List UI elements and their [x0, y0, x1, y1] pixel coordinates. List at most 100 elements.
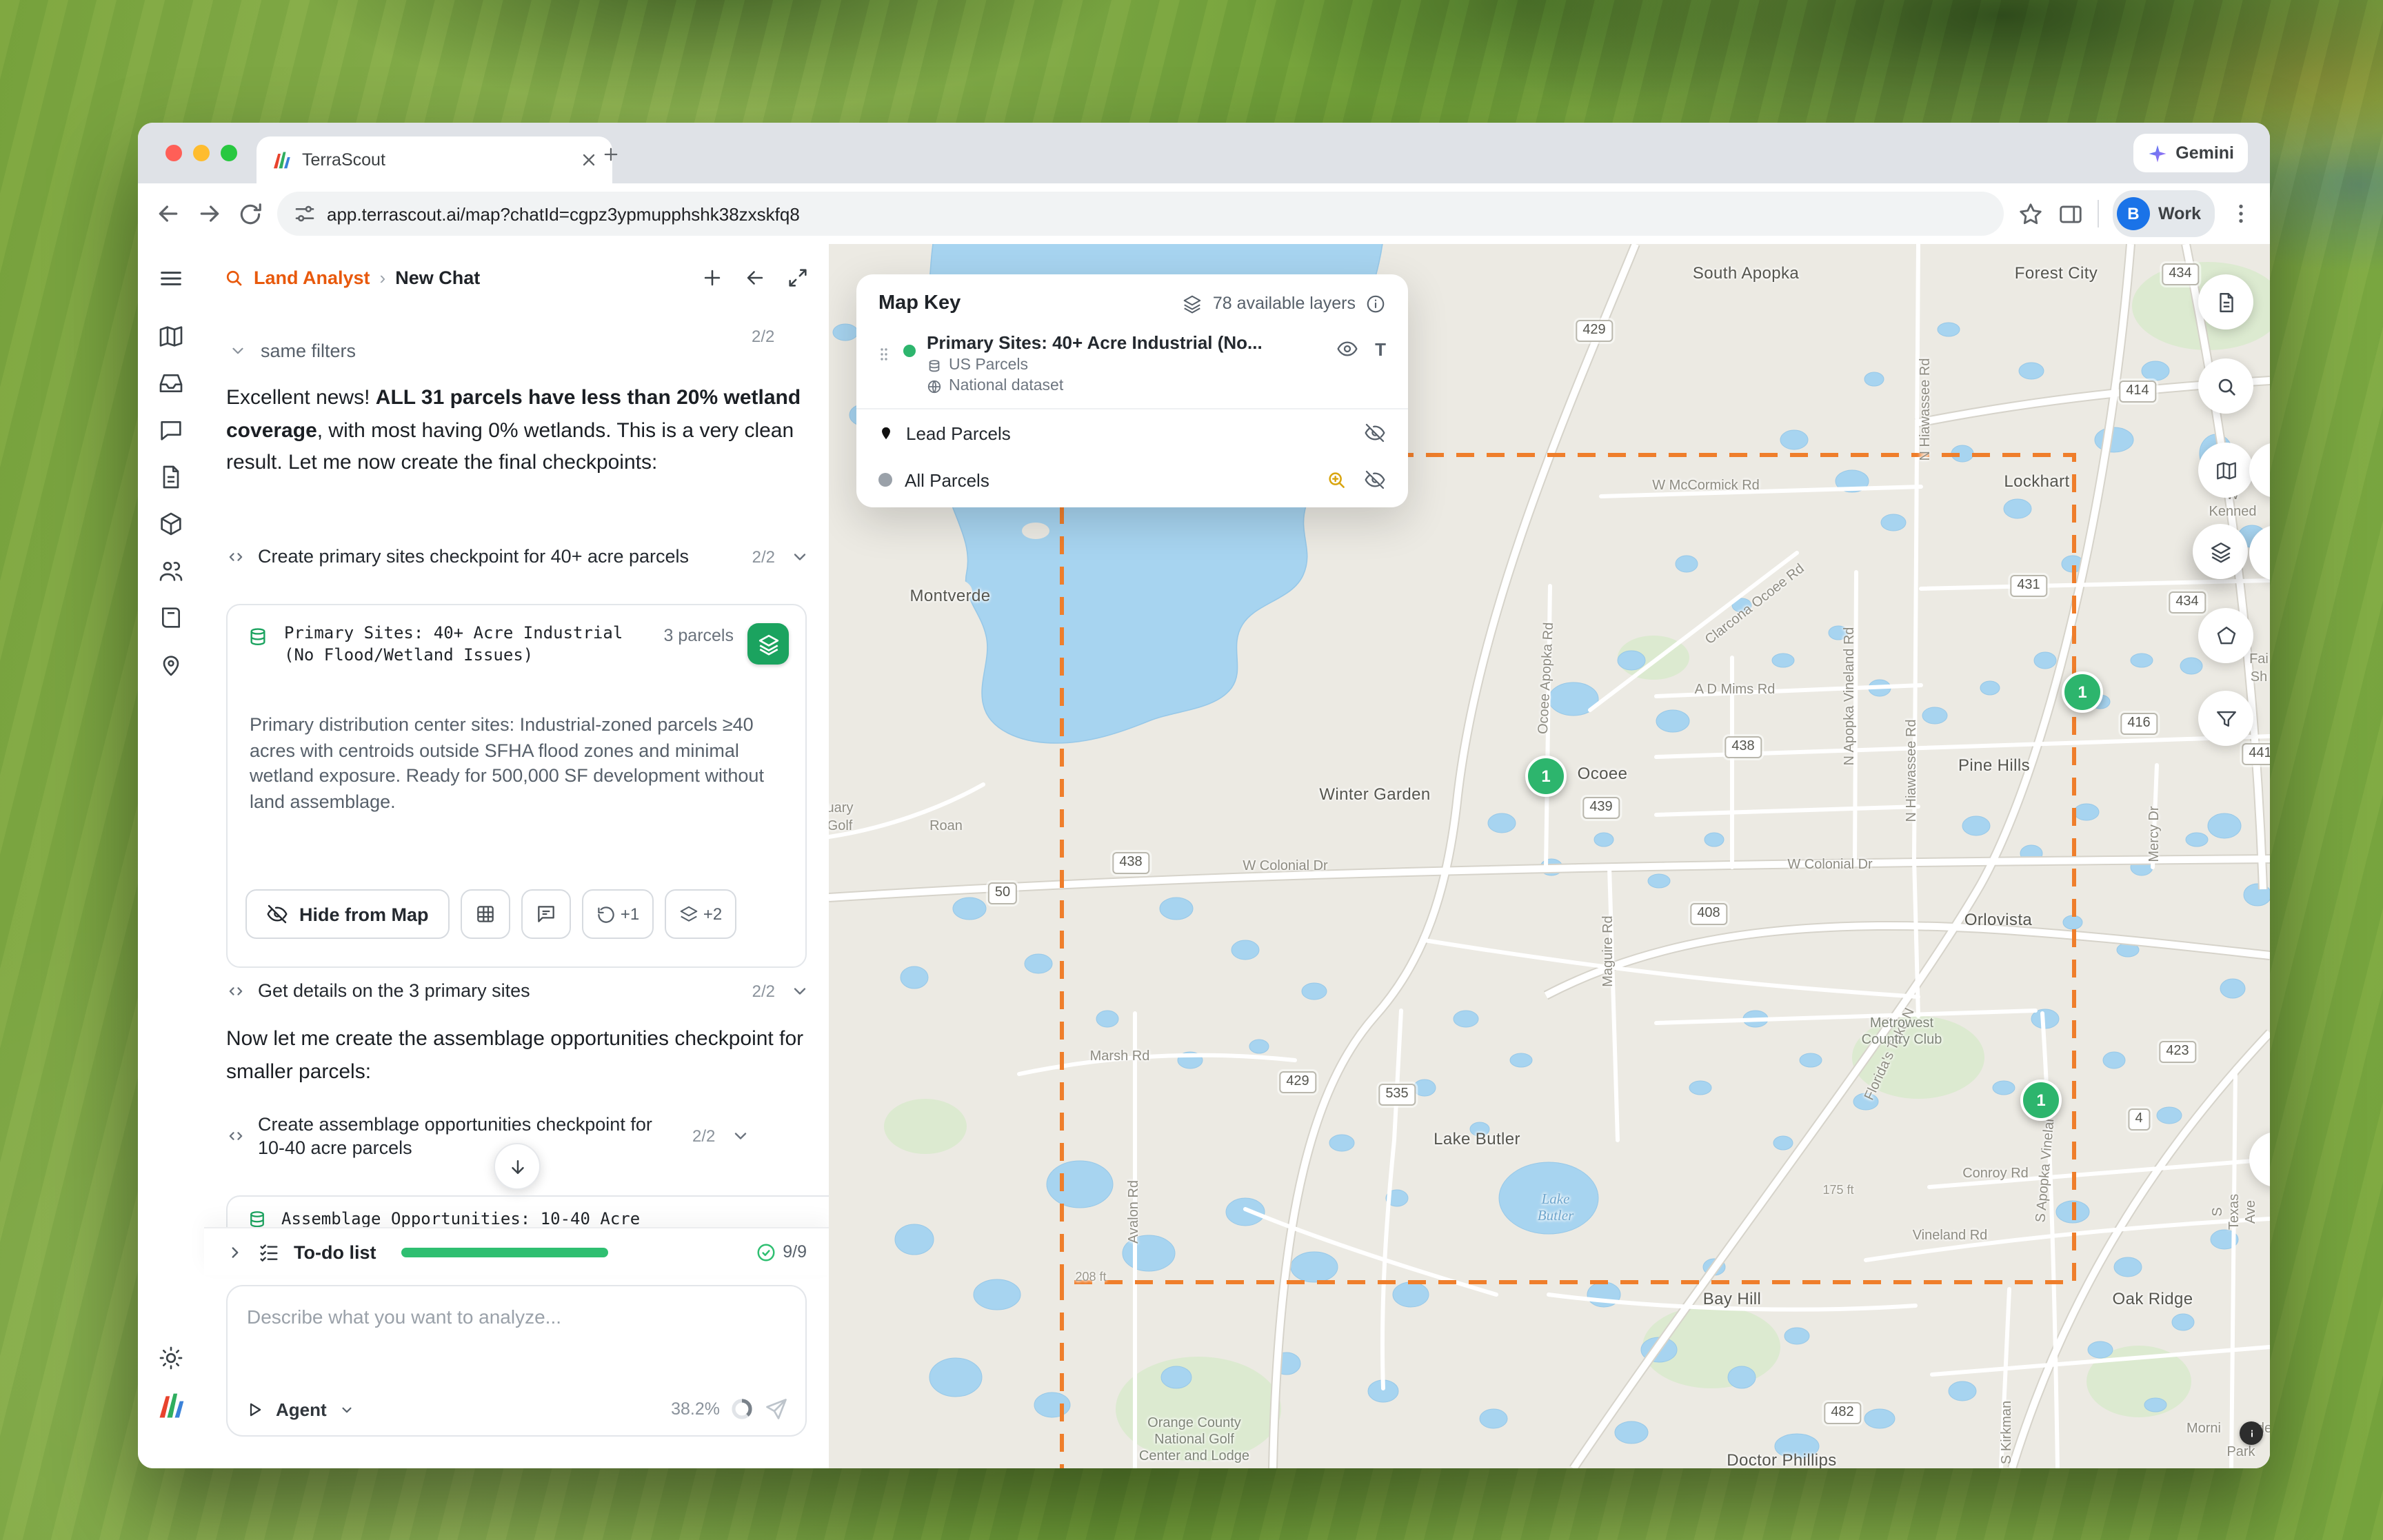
- label-toggle-button[interactable]: T: [1375, 338, 1386, 359]
- map-nav-icon[interactable]: [157, 323, 185, 350]
- eye-off-icon[interactable]: [1364, 422, 1386, 444]
- layer-row-all-parcels[interactable]: All Parcels: [856, 456, 1408, 507]
- close-window-button[interactable]: [165, 145, 182, 161]
- clipped-step-label: same filters: [261, 341, 356, 361]
- terrascout-logo[interactable]: [156, 1391, 186, 1421]
- layers-button[interactable]: +2: [665, 889, 736, 939]
- browser-tab[interactable]: TerraScout: [257, 136, 612, 183]
- profile-chip[interactable]: B Work: [2113, 190, 2215, 237]
- document-icon[interactable]: [157, 463, 185, 491]
- drag-handle-icon[interactable]: [876, 343, 892, 365]
- map-canvas[interactable]: South ApopkaForest CityLockhartMontverde…: [829, 244, 2270, 1468]
- map-key-title: Map Key: [878, 292, 961, 314]
- close-tab-icon[interactable]: [579, 150, 599, 170]
- scroll-to-bottom-button[interactable]: [494, 1143, 541, 1190]
- gemini-sparkle-icon: [2146, 143, 2167, 163]
- filter-tool-button[interactable]: [2198, 691, 2253, 746]
- info-icon[interactable]: [1365, 293, 1386, 314]
- inbox-icon[interactable]: [157, 369, 185, 397]
- chevron-down-icon: [730, 1126, 750, 1146]
- browser-toolbar: app.terrascout.ai/map?chatId=cgpz3ypmupp…: [138, 183, 2270, 245]
- code-icon: [226, 981, 245, 1000]
- arrow-down-icon: [507, 1156, 527, 1177]
- check-circle-icon: [755, 1242, 776, 1262]
- browser-menu-icon[interactable]: [2229, 201, 2253, 226]
- layer-status-dot: [903, 345, 916, 357]
- menu-icon[interactable]: [157, 265, 185, 292]
- layer-label: Lead Parcels: [906, 423, 1011, 443]
- expand-panel-button[interactable]: [786, 265, 810, 289]
- parcel-cluster-marker[interactable]: 1: [2062, 671, 2103, 713]
- todo-count: 9/9: [783, 1242, 807, 1262]
- history-count: +1: [621, 904, 639, 924]
- gemini-chip[interactable]: Gemini: [2133, 134, 2248, 172]
- new-tab-button[interactable]: [601, 145, 621, 164]
- composer[interactable]: Describe what you want to analyze... Age…: [226, 1285, 807, 1437]
- basemap-button[interactable]: [2198, 443, 2253, 498]
- comment-button[interactable]: [521, 889, 571, 939]
- history-button[interactable]: +1: [582, 889, 654, 939]
- collapse-panel-button[interactable]: [743, 265, 767, 289]
- hide-from-map-button[interactable]: Hide from Map: [245, 889, 450, 939]
- parcel-cluster-marker[interactable]: 1: [1525, 756, 1567, 797]
- screen: TerraScout Gemini app.terrascout.ai/map?…: [0, 0, 2383, 1540]
- url-text: app.terrascout.ai/map?chatId=cgpz3ypmupp…: [327, 203, 800, 224]
- address-bar[interactable]: app.terrascout.ai/map?chatId=cgpz3ypmupp…: [277, 192, 2004, 236]
- back-icon[interactable]: [154, 200, 182, 227]
- todo-bar[interactable]: To-do list 9/9: [204, 1227, 829, 1275]
- map-attribution-button[interactable]: [2240, 1421, 2263, 1445]
- layers-count: +2: [703, 904, 722, 924]
- assistant-message: Now let me create the assemblage opportu…: [226, 1023, 811, 1088]
- map-pin-nav-icon[interactable]: [157, 651, 185, 678]
- package-icon[interactable]: [157, 510, 185, 538]
- reload-icon[interactable]: [237, 201, 263, 227]
- checkpoint-label: Create primary sites checkpoint for 40+ …: [258, 545, 740, 568]
- usage-ring: [731, 1398, 753, 1420]
- layer-dataset: National dataset: [949, 378, 1063, 394]
- toolbar-divider: [2098, 200, 2099, 227]
- report-tool-button[interactable]: [2198, 274, 2253, 330]
- forward-icon[interactable]: [196, 200, 223, 227]
- chat-panel: Land Analyst › New Chat same filters 2/2…: [204, 244, 830, 1468]
- send-icon[interactable]: [764, 1397, 789, 1421]
- chevron-down-icon: [790, 547, 810, 566]
- checkpoint-row-primary-sites[interactable]: Create primary sites checkpoint for 40+ …: [226, 545, 810, 568]
- terrascout-app: Land Analyst › New Chat same filters 2/2…: [138, 244, 2270, 1468]
- map-search-button[interactable]: [2198, 358, 2253, 414]
- todo-label: To-do list: [294, 1242, 376, 1262]
- bookmark-star-icon[interactable]: [2018, 201, 2044, 227]
- theme-sun-icon[interactable]: [157, 1344, 185, 1372]
- notebook-icon[interactable]: [157, 604, 185, 631]
- parcel-cluster-marker[interactable]: 1: [2020, 1080, 2062, 1121]
- favicon: [270, 150, 291, 170]
- code-icon: [226, 547, 245, 566]
- clipped-step-row[interactable]: same filters: [229, 341, 356, 361]
- zoom-to-layer-icon[interactable]: [1325, 469, 1347, 491]
- nav-rail: [138, 244, 205, 1468]
- zoom-window-button[interactable]: [221, 145, 237, 161]
- assistant-message: Excellent news! ALL 31 parcels have less…: [226, 382, 811, 479]
- draw-polygon-button[interactable]: [2198, 608, 2253, 663]
- table-view-button[interactable]: [461, 889, 510, 939]
- chat-icon[interactable]: [157, 416, 185, 444]
- tab-strip: TerraScout Gemini: [138, 123, 2270, 183]
- new-chat-button[interactable]: [701, 265, 724, 289]
- caret-down-icon[interactable]: [338, 1400, 356, 1418]
- show-layers-button[interactable]: [747, 623, 789, 665]
- card-title: Assemblage Opportunities: 10-40 Acre: [281, 1209, 640, 1228]
- breadcrumb-agent[interactable]: Land Analyst: [254, 267, 370, 287]
- side-panel-icon[interactable]: [2058, 201, 2084, 227]
- layer-row-primary-sites[interactable]: Primary Sites: 40+ Acre Industrial (No..…: [856, 327, 1408, 408]
- minimize-window-button[interactable]: [193, 145, 210, 161]
- users-icon[interactable]: [157, 557, 185, 585]
- checkpoint-count: 2/2: [752, 981, 775, 1000]
- layer-row-lead-parcels[interactable]: Lead Parcels: [856, 409, 1408, 456]
- window-controls: [165, 145, 237, 161]
- eye-off-icon[interactable]: [1364, 469, 1386, 491]
- layer-dot: [878, 473, 892, 487]
- eye-icon[interactable]: [1336, 338, 1358, 360]
- site-settings-icon[interactable]: [294, 203, 316, 225]
- checkpoint-row-details[interactable]: Get details on the 3 primary sites 2/2: [226, 979, 810, 1002]
- agent-mode-label[interactable]: Agent: [276, 1399, 327, 1419]
- layers-tool-button[interactable]: [2193, 524, 2248, 579]
